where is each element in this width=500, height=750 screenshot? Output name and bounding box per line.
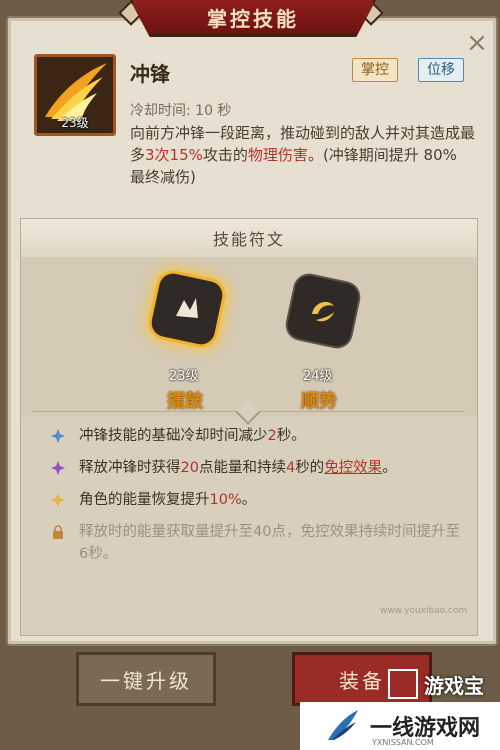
effect-text: 释放时的能量获取量提升至40点，免控效果持续时间提升至6秒。: [79, 524, 460, 562]
momentum-rune-icon: [312, 301, 334, 322]
effect-item: 释放冲锋时获得20点能量和持续4秒的免控效果。: [45, 457, 465, 479]
effect-text: 。: [382, 460, 397, 476]
effect-text: 角色的能量恢复提升: [79, 492, 210, 508]
upgrade-all-button[interactable]: 一键升级: [76, 652, 216, 706]
watermark-youxibao: 游戏宝: [388, 668, 498, 700]
feather-logo-icon: [328, 710, 358, 740]
tag-control: 掌控: [352, 58, 398, 82]
effect-value: 20: [180, 460, 199, 476]
rune-slot-2[interactable]: [285, 273, 361, 349]
effect-item: 冲锋技能的基础冷却时间减少2秒。: [45, 425, 465, 447]
close-icon[interactable]: ×: [466, 30, 488, 56]
effect-text: 。: [241, 492, 257, 508]
blue-diamond-icon: [51, 429, 65, 443]
desc-highlight: 3次15%: [145, 146, 203, 164]
rune-panel: 技能符文 23级 擂鼓 24级 顺势 冲锋技能的基础冷却时间减少2秒。 释放冲锋…: [20, 218, 478, 636]
page-title: 掌控技能: [207, 6, 299, 31]
skill-name: 冲锋: [130, 62, 170, 86]
watermark-logo-icon: [388, 669, 418, 699]
rune-2-name: 顺势: [301, 391, 337, 412]
drum-rune-icon: [176, 298, 198, 318]
desc-part: 攻击的: [202, 146, 248, 164]
effect-item: 角色的能量恢复提升10%。: [45, 489, 465, 511]
skill-level: 23级: [61, 116, 89, 130]
effect-value: 2: [267, 428, 277, 444]
effect-link[interactable]: 免控效果: [324, 460, 382, 476]
effect-text: 秒。: [276, 428, 306, 444]
desc-highlight: 物理伤害: [247, 146, 308, 164]
rune-slots: 23级 擂鼓 24级 顺势: [21, 257, 477, 417]
watermark-text: 游戏宝: [424, 673, 484, 698]
effect-item-locked: 释放时的能量获取量提升至40点，免控效果持续时间提升至6秒。: [45, 521, 465, 565]
rune-1-name: 擂鼓: [167, 391, 203, 412]
watermark-url: www.youxibao.com: [380, 606, 468, 616]
purple-diamond-icon: [51, 461, 65, 475]
rune-section-header: 技能符文: [21, 219, 477, 258]
gold-diamond-icon: [51, 493, 65, 507]
skill-icon: 23级: [34, 54, 116, 136]
lock-icon: [53, 525, 63, 539]
effect-text: 释放冲锋时获得: [79, 460, 181, 476]
rune-1-level: 23级: [169, 369, 199, 384]
effect-value: 4: [285, 460, 296, 476]
rune-2-level: 24级: [303, 369, 333, 384]
effect-text: 秒的: [295, 460, 325, 476]
title-banner: 掌控技能: [130, 0, 376, 37]
watermark-url: YXNISSAN.COM: [372, 738, 434, 747]
rune-effects-list: 冲锋技能的基础冷却时间减少2秒。 释放冲锋时获得20点能量和持续4秒的免控效果。…: [45, 425, 465, 575]
watermark-yxnissan: 一线游戏网 YXNISSAN.COM: [300, 702, 500, 750]
effect-value: 10%: [209, 492, 242, 508]
effect-text: 点能量和持续: [198, 460, 286, 476]
skill-description: 向前方冲锋一段距离，推动碰到的敌人并对其造成最多3次15%攻击的物理伤害。(冲锋…: [130, 122, 475, 188]
effect-text: 冲锋技能的基础冷却时间减少: [79, 428, 268, 444]
cooldown-text: 冷却时间: 10 秒: [130, 103, 232, 119]
rune-slot-1[interactable]: [149, 271, 225, 347]
tag-movement: 位移: [418, 58, 464, 82]
